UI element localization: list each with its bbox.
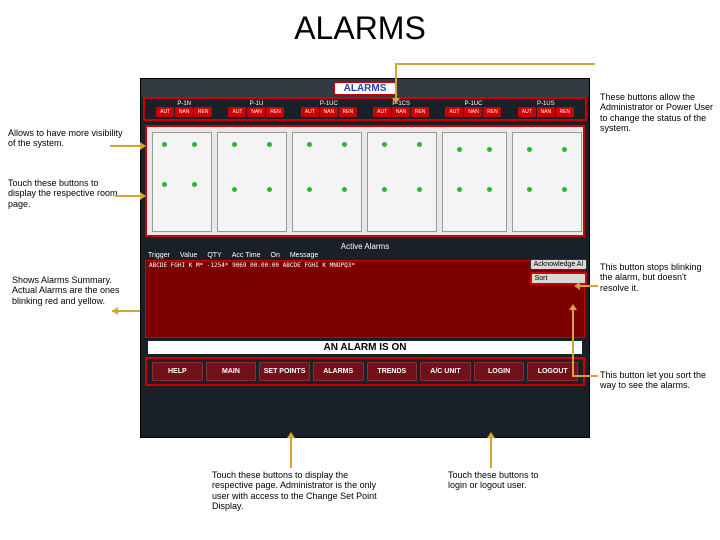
- hmi-header-label: ALARMS: [334, 82, 397, 95]
- unit-row: P-1N AUT NAN REN P-1U AUT NAN REN P-1UC …: [143, 97, 587, 121]
- unit-0: P-1N AUT NAN REN: [149, 101, 219, 117]
- unit-btn-nan[interactable]: NAN: [320, 107, 338, 117]
- nav-login[interactable]: LOGIN: [474, 362, 525, 381]
- unit-btn-aut[interactable]: AUT: [373, 107, 391, 117]
- nav-logout[interactable]: LOGOUT: [527, 362, 578, 381]
- unit-btn-ren[interactable]: REN: [339, 107, 357, 117]
- unit-btn-nan[interactable]: NAN: [537, 107, 555, 117]
- callout-left3: Shows Alarms Summary. Actual Alarms are …: [12, 275, 132, 306]
- unit-5: P-1US AUT NAN REN: [511, 101, 581, 117]
- unit-btn-ren[interactable]: REN: [411, 107, 429, 117]
- col-acctime: Acc Time: [232, 252, 261, 259]
- callout-bottom1: Touch these buttons to display the respe…: [212, 470, 387, 511]
- unit-2: P-1UC AUT NAN REN: [294, 101, 364, 117]
- page-title: ALARMS: [0, 0, 720, 53]
- col-msg: Message: [290, 252, 318, 259]
- unit-btn-nan[interactable]: NAN: [175, 107, 193, 117]
- floorplan[interactable]: [145, 125, 585, 237]
- alarm-banner: AN ALARM IS ON: [148, 341, 582, 354]
- nav-row: HELP MAIN SET POINTS ALARMS TRENDS A/C U…: [145, 357, 585, 386]
- unit-4: P-1UC AUT NAN REN: [438, 101, 508, 117]
- hmi-header: ALARMS: [141, 79, 589, 97]
- callout-left2: Touch these buttons to display the respe…: [8, 178, 128, 209]
- callout-right1: These buttons allow the Administrator or…: [600, 92, 715, 133]
- unit-btn-aut[interactable]: AUT: [445, 107, 463, 117]
- col-value: Value: [180, 252, 197, 259]
- unit-btn-nan[interactable]: NAN: [247, 107, 265, 117]
- unit-btn-ren[interactable]: REN: [556, 107, 574, 117]
- col-trigger: Trigger: [148, 252, 170, 259]
- alarms-body: ABCDE FGHI K M* -1254* 9069 00:00:00 ABC…: [145, 260, 585, 338]
- unit-btn-ren[interactable]: REN: [483, 107, 501, 117]
- alarms-panel: Active Alarms Trigger Value QTY Acc Time…: [145, 241, 585, 354]
- hmi-screen: ALARMS P-1N AUT NAN REN P-1U AUT NAN REN…: [140, 78, 590, 438]
- col-on: On: [271, 252, 280, 259]
- unit-btn-aut[interactable]: AUT: [228, 107, 246, 117]
- unit-btn-ren[interactable]: REN: [194, 107, 212, 117]
- alarms-columns: Trigger Value QTY Acc Time On Message: [145, 252, 585, 259]
- nav-acunit[interactable]: A/C UNIT: [420, 362, 471, 381]
- nav-trends[interactable]: TRENDS: [367, 362, 418, 381]
- nav-main[interactable]: MAIN: [206, 362, 257, 381]
- acknowledge-button[interactable]: Acknowledge Al: [530, 259, 587, 270]
- alarm-row: ABCDE FGHI K M* -1254* 9069 00:00:00 ABC…: [146, 261, 584, 270]
- nav-alarms[interactable]: ALARMS: [313, 362, 364, 381]
- nav-help[interactable]: HELP: [152, 362, 203, 381]
- callout-bottom2: Touch these buttons to login or logout u…: [448, 470, 558, 491]
- unit-1: P-1U AUT NAN REN: [221, 101, 291, 117]
- nav-setpoints[interactable]: SET POINTS: [259, 362, 310, 381]
- unit-btn-nan[interactable]: NAN: [464, 107, 482, 117]
- callout-right3: This button let you sort the way to see …: [600, 370, 710, 391]
- unit-btn-aut[interactable]: AUT: [518, 107, 536, 117]
- unit-btn-nan[interactable]: NAN: [392, 107, 410, 117]
- unit-btn-aut[interactable]: AUT: [156, 107, 174, 117]
- alarms-title: Active Alarms: [145, 241, 585, 252]
- unit-btn-aut[interactable]: AUT: [301, 107, 319, 117]
- callout-right2: This button stops blinking the alarm, bu…: [600, 262, 710, 293]
- unit-btn-ren[interactable]: REN: [266, 107, 284, 117]
- unit-3: P-1CS AUT NAN REN: [366, 101, 436, 117]
- col-qty: QTY: [207, 252, 221, 259]
